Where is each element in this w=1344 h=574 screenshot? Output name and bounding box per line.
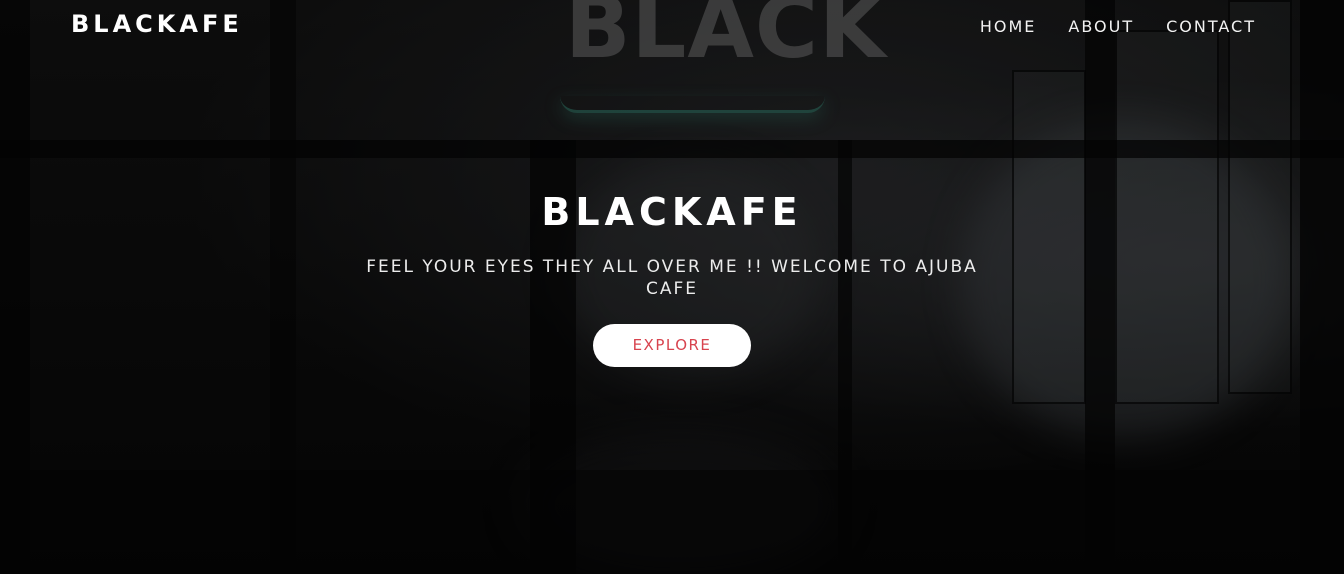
- explore-button[interactable]: EXPLORE: [593, 324, 751, 367]
- hero-title: BLACKAFE: [541, 190, 803, 234]
- brand-logo[interactable]: BLACKAFE: [71, 10, 243, 38]
- nav-home-link[interactable]: HOME: [980, 17, 1037, 36]
- nav-about-link[interactable]: ABOUT: [1068, 17, 1134, 36]
- hero-tagline: FEEL YOUR EYES THEY ALL OVER ME !! WELCO…: [366, 257, 978, 299]
- top-navigation: HOME ABOUT CONTACT: [980, 17, 1256, 36]
- nav-contact-link[interactable]: CONTACT: [1166, 17, 1256, 36]
- hero-section: BLACK BLACKAFE HOME ABOUT CONTACT BLACKA…: [0, 0, 1344, 574]
- hero-content: BLACKAFE FEEL YOUR EYES THEY ALL OVER ME…: [0, 190, 1344, 367]
